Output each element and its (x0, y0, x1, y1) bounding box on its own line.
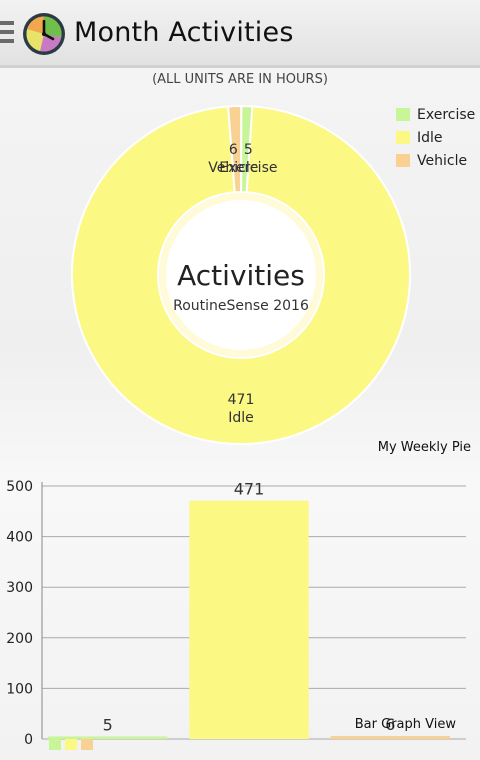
bar-legend-swatch-idle (65, 739, 77, 750)
legend-label: Vehicle (417, 152, 468, 169)
clock-pie-icon[interactable] (22, 12, 66, 56)
pie-name-label-exercise: Exercise (219, 160, 277, 176)
pie-name-label-idle: Idle (228, 410, 254, 426)
hamburger-icon[interactable] (0, 21, 16, 45)
bar-caption: Bar Graph View (354, 717, 456, 732)
bar-vehicle (330, 735, 450, 739)
legend-label: Exercise (417, 106, 476, 123)
bar-value-label-idle: 471 (234, 480, 265, 499)
bar-legend-swatch-vehicle (81, 739, 93, 750)
legend-swatch-exercise (396, 108, 410, 121)
activities-bar-chart[interactable]: 010020030040050054716 (0, 448, 480, 760)
pie-center-title: Activities (177, 259, 305, 292)
legend-label: Idle (417, 129, 443, 146)
pie-value-label-exercise: 5 (244, 142, 253, 158)
bar-legend-swatch-exercise (49, 739, 61, 750)
legend-item-exercise: Exercise (396, 103, 475, 126)
pie-value-label-idle: 471 (228, 392, 255, 408)
y-tick-label: 400 (6, 530, 33, 546)
y-tick-label: 200 (6, 631, 33, 647)
y-tick-label: 500 (6, 479, 33, 495)
page-title: Month Activities (74, 17, 294, 48)
bar-exercise (48, 736, 168, 739)
bar-idle (189, 500, 309, 739)
bar-value-label-exercise: 5 (103, 715, 113, 734)
y-tick-label: 0 (24, 732, 33, 748)
app-bar: Month Activities (0, 0, 480, 68)
legend-swatch-idle (396, 131, 410, 144)
chart-area: (ALL UNITS ARE IN HOURS) Activities Routi… (0, 68, 480, 760)
pie-value-label-vehicle: 6 (229, 142, 238, 158)
legend-item-idle: Idle (396, 126, 475, 149)
pie-center-subtitle: RoutineSense 2016 (173, 298, 309, 314)
y-tick-label: 100 (6, 681, 33, 697)
pie-legend: Exercise Idle Vehicle (396, 103, 475, 172)
legend-swatch-vehicle (396, 154, 410, 167)
y-tick-label: 300 (6, 580, 33, 596)
legend-item-vehicle: Vehicle (396, 149, 475, 172)
